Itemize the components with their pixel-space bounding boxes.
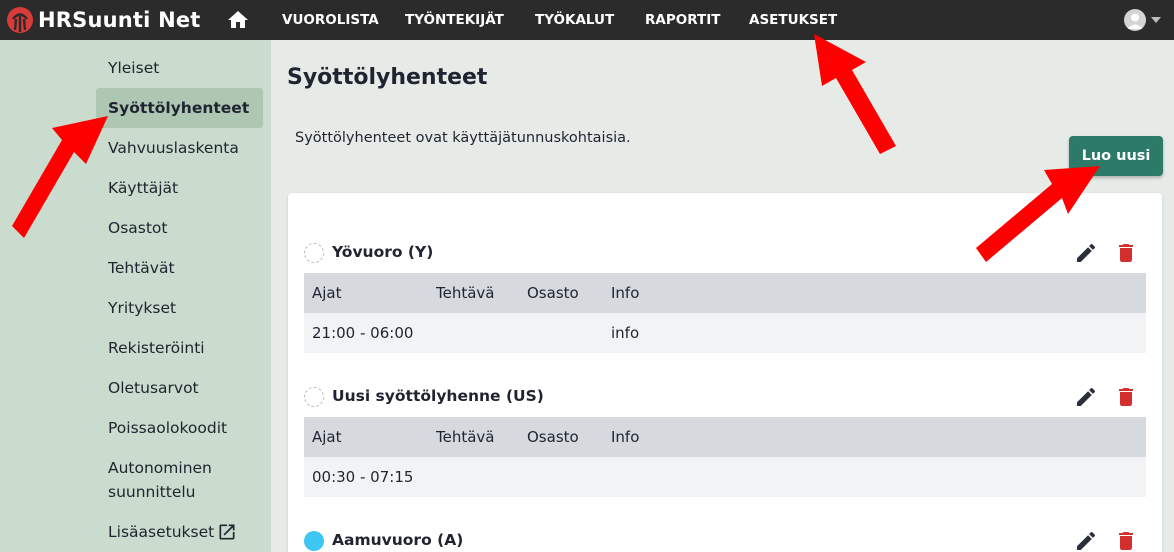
sidebar-item-yleiset[interactable]: Yleiset bbox=[96, 56, 263, 80]
nav-item-vuorolista[interactable]: VUOROLISTA bbox=[282, 0, 379, 40]
sidebar-item-autonominen-suunnittelu[interactable]: Autonominen suunnittelu bbox=[96, 456, 263, 504]
cell-ajat: 00:30 - 07:15 bbox=[312, 468, 414, 486]
column-header-osasto: Osasto bbox=[527, 284, 579, 302]
abbreviation-list-card: Yövuoro (Y) Ajat Tehtävä Osasto Info 21:… bbox=[288, 193, 1162, 552]
settings-sidebar: Yleiset Syöttölyhenteet Vahvuuslaskenta … bbox=[0, 40, 271, 552]
user-avatar-icon[interactable] bbox=[1124, 9, 1146, 31]
abbreviation-header: Aamuvuoro (A) bbox=[304, 525, 1146, 552]
abbreviation-item: Aamuvuoro (A) bbox=[304, 525, 1146, 552]
column-header-ajat: Ajat bbox=[312, 284, 342, 302]
sidebar-item-label: Lisäasetukset bbox=[108, 523, 215, 541]
user-menu-caret-icon[interactable] bbox=[1151, 17, 1161, 23]
pencil-icon[interactable] bbox=[1074, 385, 1098, 409]
table-row: 00:30 - 07:15 bbox=[304, 457, 1146, 497]
sidebar-item-label-line1: Autonominen bbox=[108, 459, 212, 477]
pencil-icon[interactable] bbox=[1074, 529, 1098, 552]
color-indicator-empty bbox=[304, 243, 324, 263]
sidebar-item-kayttajat[interactable]: Käyttäjät bbox=[96, 176, 263, 200]
sidebar-item-syottolyhenteet[interactable]: Syöttölyhenteet bbox=[96, 88, 263, 128]
external-link-icon bbox=[219, 524, 235, 540]
sidebar-item-tehtavat[interactable]: Tehtävät bbox=[96, 256, 263, 280]
cell-info: info bbox=[611, 324, 640, 342]
nav-item-asetukset[interactable]: ASETUKSET bbox=[749, 0, 837, 40]
abbreviation-header: Yövuoro (Y) bbox=[304, 237, 1146, 269]
trash-icon[interactable] bbox=[1114, 385, 1138, 409]
top-navbar: HRSuunti Net VUOROLISTA TYÖNTEKIJÄT TYÖK… bbox=[0, 0, 1174, 40]
annotation-arrow-icon bbox=[814, 34, 896, 154]
pencil-icon[interactable] bbox=[1074, 241, 1098, 265]
column-header-osasto: Osasto bbox=[527, 428, 579, 446]
nav-item-tyontekijat[interactable]: TYÖNTEKIJÄT bbox=[405, 0, 504, 40]
abbreviation-name: Uusi syöttölyhenne (US) bbox=[332, 387, 544, 405]
table-header-row: Ajat Tehtävä Osasto Info bbox=[304, 417, 1146, 457]
sidebar-item-lisaasetukset[interactable]: Lisäasetukset bbox=[96, 520, 263, 544]
sidebar-item-rekisterointi[interactable]: Rekisteröinti bbox=[96, 336, 263, 360]
column-header-ajat: Ajat bbox=[312, 428, 342, 446]
cell-ajat: 21:00 - 06:00 bbox=[312, 324, 414, 342]
brand[interactable]: HRSuunti Net bbox=[0, 0, 201, 40]
sidebar-item-label-line2: suunnittelu bbox=[108, 483, 196, 501]
intro-text: Syöttölyhenteet ovat käyttäjätunnuskohta… bbox=[295, 130, 631, 146]
hrsuunti-logo-icon bbox=[7, 7, 33, 33]
nav-item-tyokalut[interactable]: TYÖKALUT bbox=[535, 0, 614, 40]
column-header-tehtava: Tehtävä bbox=[436, 284, 495, 302]
sidebar-item-oletusarvot[interactable]: Oletusarvot bbox=[96, 376, 263, 400]
abbreviation-table: Ajat Tehtävä Osasto Info 00:30 - 07:15 bbox=[304, 417, 1146, 497]
color-indicator bbox=[304, 531, 324, 551]
create-new-button[interactable]: Luo uusi bbox=[1069, 136, 1163, 176]
color-indicator-empty bbox=[304, 387, 324, 407]
column-header-info: Info bbox=[611, 428, 640, 446]
abbreviation-table: Ajat Tehtävä Osasto Info 21:00 - 06:00 i… bbox=[304, 273, 1146, 353]
column-header-tehtava: Tehtävä bbox=[436, 428, 495, 446]
sidebar-item-poissaolokoodit[interactable]: Poissaolokoodit bbox=[96, 416, 263, 440]
table-header-row: Ajat Tehtävä Osasto Info bbox=[304, 273, 1146, 313]
abbreviation-name: Aamuvuoro (A) bbox=[332, 531, 464, 549]
abbreviation-item: Uusi syöttölyhenne (US) Ajat Tehtävä Osa… bbox=[304, 381, 1146, 497]
home-icon[interactable] bbox=[226, 8, 250, 32]
abbreviation-header: Uusi syöttölyhenne (US) bbox=[304, 381, 1146, 413]
table-row: 21:00 - 06:00 info bbox=[304, 313, 1146, 353]
abbreviation-item: Yövuoro (Y) Ajat Tehtävä Osasto Info 21:… bbox=[304, 237, 1146, 353]
trash-icon[interactable] bbox=[1114, 529, 1138, 552]
trash-icon[interactable] bbox=[1114, 241, 1138, 265]
nav-item-raportit[interactable]: RAPORTIT bbox=[645, 0, 720, 40]
app-name: HRSuunti Net bbox=[38, 8, 201, 32]
sidebar-item-osastot[interactable]: Osastot bbox=[96, 216, 263, 240]
sidebar-item-vahvuuslaskenta[interactable]: Vahvuuslaskenta bbox=[96, 136, 263, 160]
page-title: Syöttölyhenteet bbox=[287, 65, 488, 90]
abbreviation-name: Yövuoro (Y) bbox=[332, 243, 434, 261]
column-header-info: Info bbox=[611, 284, 640, 302]
sidebar-item-yritykset[interactable]: Yritykset bbox=[96, 296, 263, 320]
